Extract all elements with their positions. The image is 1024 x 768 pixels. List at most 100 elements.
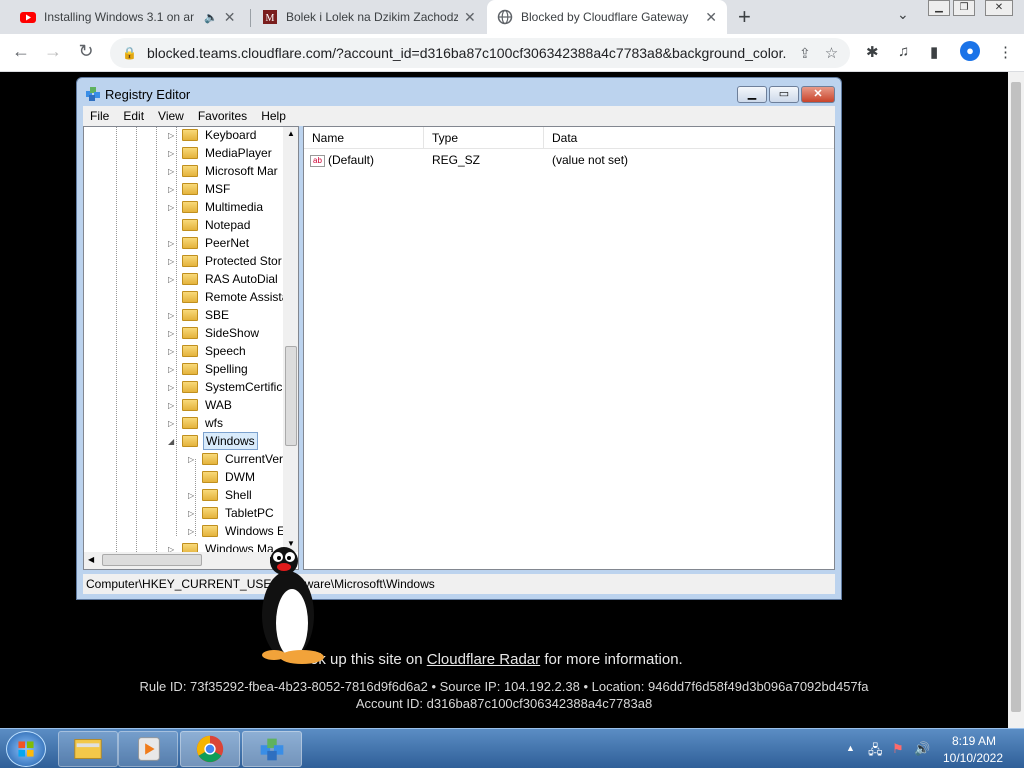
tab-cloudflare[interactable]: Blocked by Cloudflare Gateway ✕	[487, 0, 727, 34]
profile-avatar-icon[interactable]: ●	[960, 41, 980, 61]
chevron-down-icon[interactable]: ⌄	[897, 6, 909, 23]
show-hidden-icons-icon[interactable]: ▲	[846, 743, 855, 753]
tree-node[interactable]: ▷ Shell	[188, 486, 254, 504]
back-icon[interactable]: ←	[10, 41, 32, 62]
tree-node[interactable]: ▷ PeerNet	[168, 234, 251, 252]
tree-node[interactable]: ▷ WAB	[168, 396, 234, 414]
menu-file[interactable]: File	[83, 109, 116, 123]
tree-node[interactable]: ◢ Windows	[168, 432, 258, 450]
expand-arrow-icon[interactable]: ▷	[168, 383, 178, 392]
expand-arrow-icon[interactable]: ▷	[188, 527, 198, 536]
tree-node[interactable]: ▷ Windows E	[188, 522, 287, 540]
tab-bolek[interactable]: M Bolek i Lolek na Dzikim Zachodzie ✕	[252, 0, 486, 34]
tree-node[interactable]: Notepad	[168, 216, 252, 234]
registry-tree[interactable]: ▷ Keyboard ▷ MediaPlayer ▷ Microsoft Mar ▷ MSF ▷…	[83, 126, 299, 570]
forward-icon[interactable]: →	[42, 41, 64, 62]
tree-node[interactable]: ▷ CurrentVer	[188, 450, 285, 468]
menu-help[interactable]: Help	[254, 109, 293, 123]
scrollbar-thumb[interactable]	[1011, 82, 1021, 712]
tree-node[interactable]: ▷ MSF	[168, 180, 232, 198]
tab-youtube[interactable]: Installing Windows 3.1 on an 🔈 ✕	[10, 0, 250, 34]
scrollbar-thumb[interactable]	[102, 554, 202, 566]
expand-arrow-icon[interactable]: ▷	[188, 455, 198, 464]
tree-node[interactable]: ▷ SBE	[168, 306, 231, 324]
cloudflare-radar-link[interactable]: Cloudflare Radar	[427, 651, 540, 668]
minimize-button[interactable]: ▁	[737, 86, 767, 103]
clock-date[interactable]: 10/10/2022	[940, 751, 1006, 765]
menu-view[interactable]: View	[151, 109, 191, 123]
menu-edit[interactable]: Edit	[116, 109, 151, 123]
bookmark-star-icon[interactable]: ☆	[825, 44, 838, 62]
regedit-taskbar-button[interactable]	[242, 731, 302, 767]
chrome-taskbar-button[interactable]	[180, 731, 240, 767]
side-panel-icon[interactable]: ▮	[930, 43, 938, 61]
expand-arrow-icon[interactable]: ▷	[168, 347, 178, 356]
close-window-icon[interactable]: ✕	[985, 0, 1013, 16]
tree-node[interactable]: ▷ Microsoft Mar	[168, 162, 280, 180]
address-bar[interactable]: 🔒 blocked.teams.cloudflare.com/?account_…	[110, 38, 850, 68]
column-header-data[interactable]: Data	[544, 127, 834, 149]
clock-time[interactable]: 8:19 AM	[944, 734, 1004, 748]
tree-node[interactable]: ▷ wfs	[168, 414, 225, 432]
expand-arrow-icon[interactable]: ▷	[168, 149, 178, 158]
expand-arrow-icon[interactable]: ▷	[168, 239, 178, 248]
scroll-left-icon[interactable]: ◀	[88, 555, 94, 564]
expand-arrow-icon[interactable]: ▷	[168, 167, 178, 176]
expand-arrow-icon[interactable]: ▷	[168, 419, 178, 428]
close-tab-icon[interactable]: ✕	[464, 9, 476, 26]
expand-arrow-icon[interactable]: ▷	[168, 365, 178, 374]
tree-node[interactable]: ▷ TabletPC	[188, 504, 276, 522]
value-name-cell[interactable]: ab (Default)	[310, 153, 374, 167]
expand-arrow-icon[interactable]: ▷	[188, 509, 198, 518]
reload-icon[interactable]: ↻	[75, 41, 97, 62]
action-center-icon[interactable]: ⚑	[892, 741, 904, 757]
close-button[interactable]: ✕	[801, 86, 835, 103]
page-scrollbar[interactable]	[1008, 72, 1024, 728]
tree-node[interactable]: Remote Assista	[168, 288, 290, 306]
more-menu-icon[interactable]: ⋮	[998, 43, 1013, 61]
expand-arrow-icon[interactable]: ▷	[168, 257, 178, 266]
minimize-window-icon[interactable]: ▁	[928, 0, 950, 16]
media-controls-icon[interactable]: ♫	[898, 43, 909, 60]
maximize-button[interactable]: ▭	[769, 86, 799, 103]
tree-node[interactable]: ▷ Spelling	[168, 360, 250, 378]
scrollbar-thumb[interactable]	[285, 346, 297, 446]
network-icon[interactable]: 🖧	[868, 741, 883, 763]
values-list[interactable]: Name Type Data ab (Default) REG_SZ (value…	[303, 126, 835, 570]
extensions-icon[interactable]: ✱	[866, 43, 879, 61]
menu-favorites[interactable]: Favorites	[191, 109, 254, 123]
url-text[interactable]: blocked.teams.cloudflare.com/?account_id…	[147, 45, 787, 61]
tree-node[interactable]: ▷ Keyboard	[168, 127, 258, 144]
tree-node[interactable]: ▷ Protected Stor	[168, 252, 284, 270]
restore-window-icon[interactable]: ❐	[953, 0, 975, 16]
tree-node[interactable]: ▷ Multimedia	[168, 198, 265, 216]
close-tab-icon[interactable]: ✕	[705, 9, 717, 26]
column-header-name[interactable]: Name	[304, 127, 424, 149]
expand-arrow-icon[interactable]: ▷	[168, 329, 178, 338]
media-player-taskbar-button[interactable]	[118, 731, 178, 767]
new-tab-icon[interactable]: +	[738, 4, 751, 30]
speaker-icon[interactable]: 🔈	[204, 11, 218, 24]
scroll-up-icon[interactable]: ▲	[287, 129, 295, 138]
tree-node[interactable]: ▷ SystemCertific	[168, 378, 284, 396]
column-header-type[interactable]: Type	[424, 127, 544, 149]
expand-arrow-icon[interactable]: ▷	[168, 131, 178, 140]
tree-node[interactable]: ▷ MediaPlayer	[168, 144, 274, 162]
lock-icon[interactable]: 🔒	[122, 46, 137, 60]
expand-arrow-icon[interactable]: ▷	[188, 491, 198, 500]
expand-arrow-icon[interactable]: ▷	[168, 203, 178, 212]
explorer-taskbar-button[interactable]	[58, 731, 118, 767]
start-button[interactable]	[6, 731, 46, 767]
expanded-arrow-icon[interactable]: ◢	[168, 437, 178, 446]
close-tab-icon[interactable]: ✕	[224, 9, 236, 26]
expand-arrow-icon[interactable]: ▷	[168, 401, 178, 410]
tree-node[interactable]: ▷ Speech	[168, 342, 248, 360]
share-icon[interactable]: ⇪	[799, 45, 811, 62]
tree-node[interactable]: ▷ SideShow	[168, 324, 261, 342]
registry-editor-window[interactable]: Registry Editor ▁ ▭ ✕ File Edit View Fav…	[76, 77, 842, 600]
tree-node[interactable]: ▷ RAS AutoDial	[168, 270, 280, 288]
tree-node[interactable]: DWM	[188, 468, 257, 486]
expand-arrow-icon[interactable]: ▷	[168, 311, 178, 320]
volume-icon[interactable]: 🔊	[914, 741, 930, 757]
expand-arrow-icon[interactable]: ▷	[168, 275, 178, 284]
